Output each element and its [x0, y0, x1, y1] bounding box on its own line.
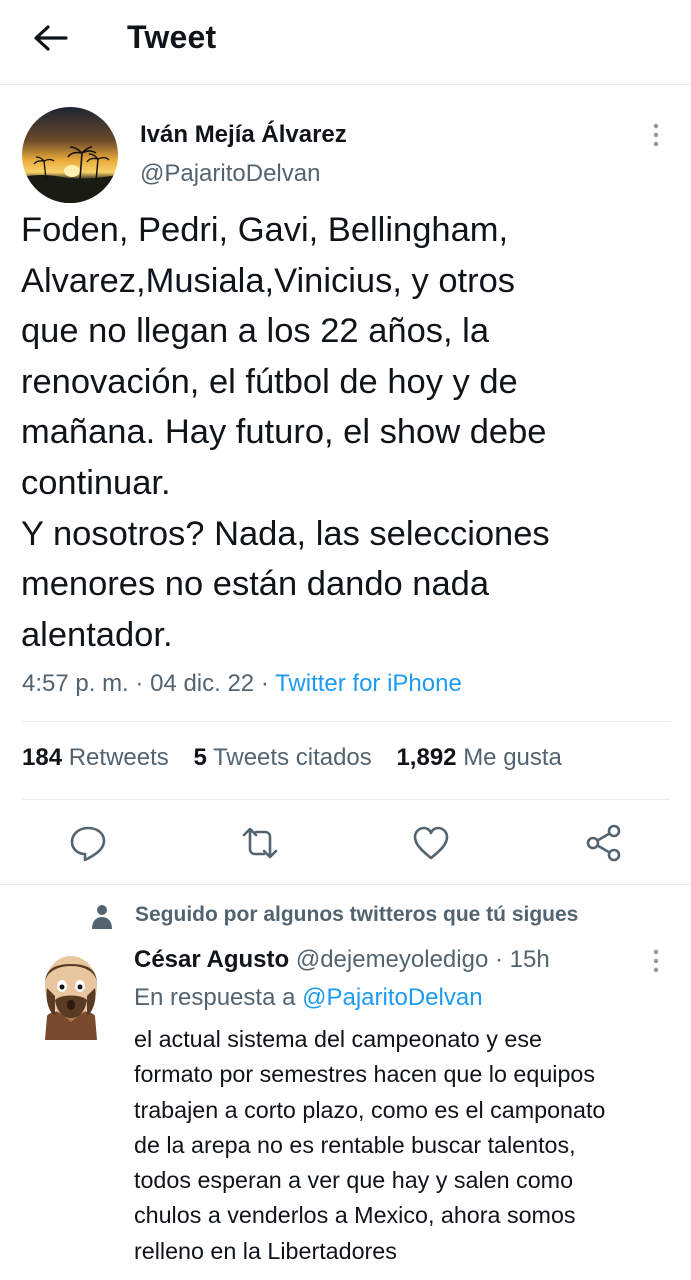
reply-icon	[70, 826, 106, 862]
author-name[interactable]: Iván Mejía Álvarez	[140, 121, 347, 149]
reply-time: 15h	[509, 946, 550, 973]
retweets-count: 184	[22, 744, 63, 771]
retweets-stat[interactable]: 184 Retweets	[22, 744, 169, 771]
divider	[22, 799, 670, 800]
reply-author-row: César Agusto @dejemeyoledigo · 15h	[134, 946, 550, 974]
more-options-button[interactable]	[644, 120, 668, 150]
tweet-metadata: 4:57 p. m. · 04 dic. 22 · Twitter for iP…	[22, 670, 462, 698]
replying-prefix: En respuesta a	[134, 984, 296, 1011]
retweet-icon	[242, 827, 278, 859]
tweet-date: 04 dic. 22	[150, 670, 255, 697]
share-icon	[586, 824, 621, 862]
reply-author-handle[interactable]: @dejemeyoledigo	[296, 946, 488, 973]
back-button[interactable]	[30, 22, 70, 54]
reply-more-options-button[interactable]	[644, 946, 668, 976]
divider	[22, 721, 670, 722]
reply-author-avatar[interactable]	[35, 950, 107, 1040]
author-handle[interactable]: @PajaritoDelvan	[140, 160, 320, 188]
reply-author-name[interactable]: César Agusto	[134, 946, 289, 973]
quotes-stat[interactable]: 5 Tweets citados	[193, 744, 371, 771]
meta-separator: ·	[135, 670, 144, 697]
retweet-button[interactable]	[240, 823, 280, 863]
reply-button[interactable]	[68, 823, 108, 863]
share-button[interactable]	[584, 823, 624, 863]
top-bar: Tweet	[0, 0, 691, 85]
tweet-time: 4:57 p. m.	[22, 670, 129, 697]
retweets-label: Retweets	[68, 744, 169, 771]
tweet-stats: 184 Retweets 5 Tweets citados 1,892 Me g…	[22, 744, 580, 772]
likes-label: Me gusta	[463, 744, 562, 771]
more-vertical-icon	[653, 123, 659, 147]
page-title: Tweet	[127, 19, 217, 55]
quotes-label: Tweets citados	[213, 744, 372, 771]
replying-to: En respuesta a @PajaritoDelvan	[134, 984, 483, 1012]
like-button[interactable]	[411, 823, 451, 863]
arrow-left-icon	[34, 25, 68, 51]
tweet-source-link[interactable]: Twitter for iPhone	[275, 670, 462, 697]
more-vertical-icon	[653, 949, 659, 973]
reply-separator: ·	[494, 946, 503, 973]
likes-stat[interactable]: 1,892 Me gusta	[396, 744, 561, 771]
social-context: Seguido por algunos twitteros que tú sig…	[135, 903, 579, 926]
reply-text: el actual sistema del campeonato y ese f…	[134, 1026, 606, 1264]
tweet-text: Foden, Pedri, Gavi, Bellingham, Alvarez,…	[21, 211, 550, 654]
meta-separator: ·	[260, 670, 269, 697]
author-avatar[interactable]	[22, 107, 118, 203]
likes-count: 1,892	[396, 744, 457, 771]
quotes-count: 5	[193, 744, 207, 771]
person-icon	[90, 903, 114, 931]
like-icon	[413, 826, 449, 860]
replying-handle-link[interactable]: @PajaritoDelvan	[302, 984, 482, 1011]
section-divider	[0, 884, 691, 885]
